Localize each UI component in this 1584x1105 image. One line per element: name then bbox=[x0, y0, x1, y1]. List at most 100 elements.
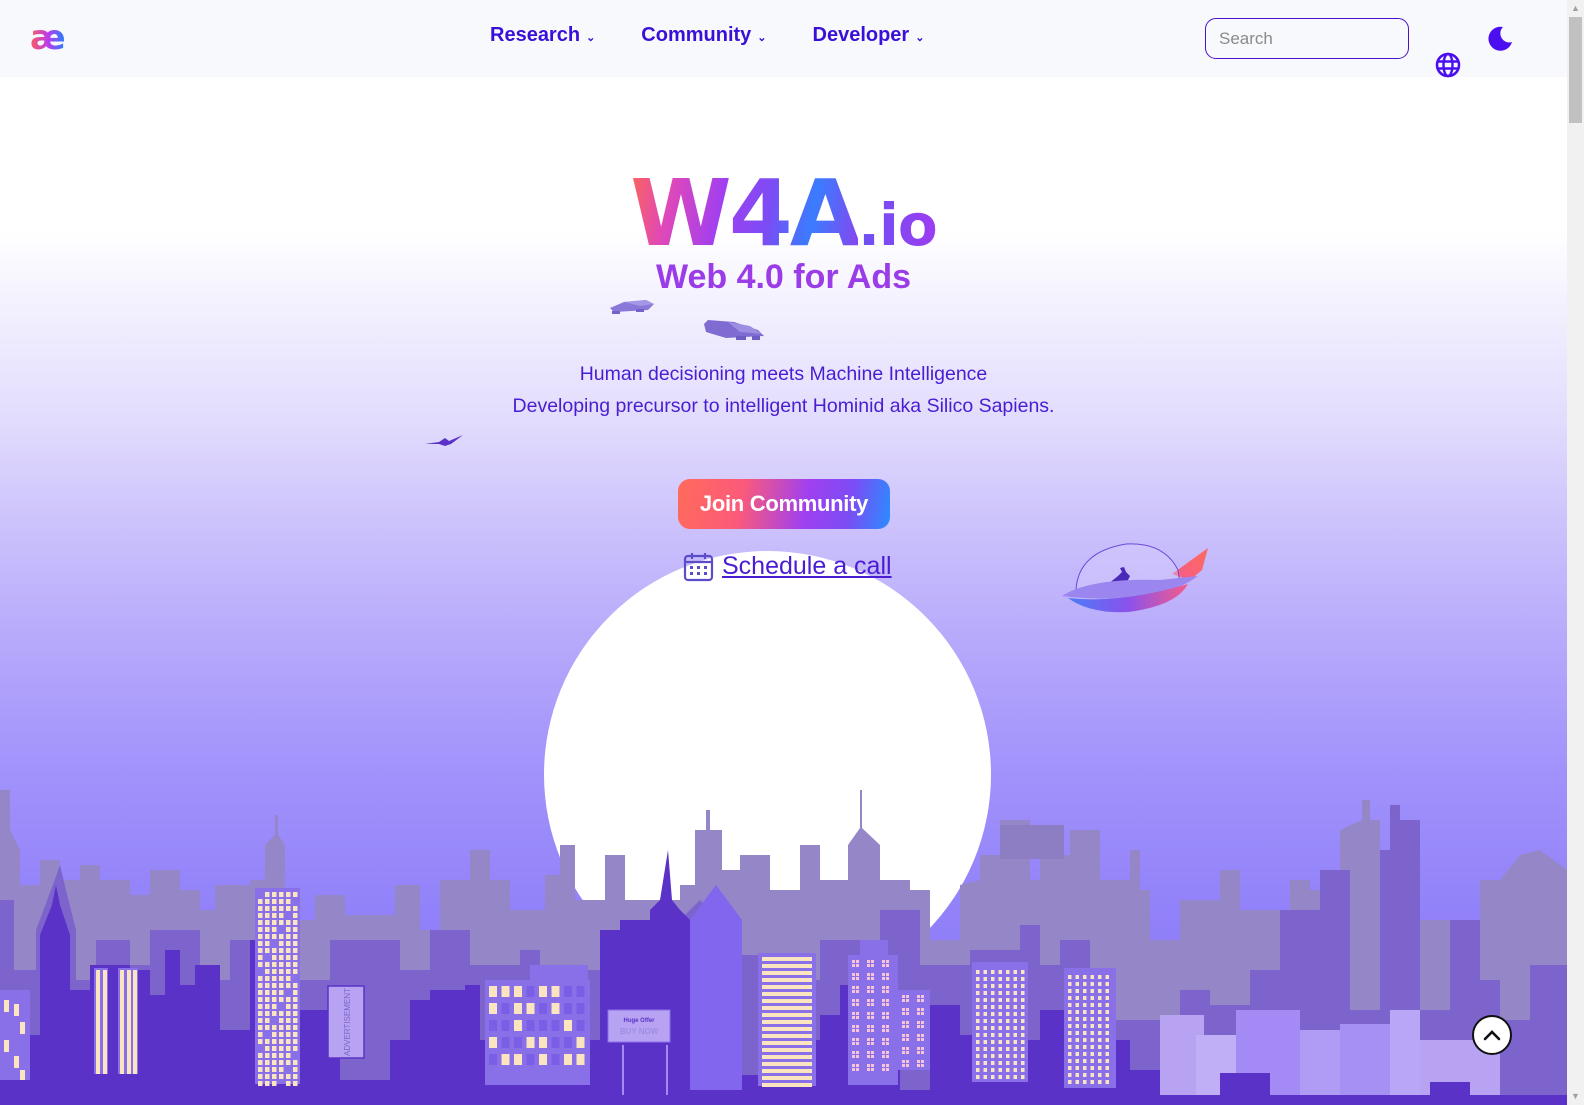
window bbox=[1083, 975, 1087, 979]
window bbox=[852, 986, 855, 989]
schedule-call-link[interactable]: Schedule a call bbox=[722, 552, 892, 581]
window bbox=[886, 1016, 889, 1019]
window bbox=[1090, 1038, 1094, 1042]
window bbox=[983, 984, 987, 988]
window bbox=[991, 1019, 995, 1023]
office-block bbox=[485, 965, 590, 1085]
window bbox=[1083, 1066, 1087, 1070]
billboard-cta: BUY NOW bbox=[620, 1027, 659, 1036]
window bbox=[272, 1053, 277, 1058]
scroll-down-arrow[interactable]: ▼ bbox=[1567, 1088, 1584, 1105]
window bbox=[1090, 1052, 1094, 1056]
far-billboard bbox=[1000, 825, 1064, 859]
flying-car-large bbox=[704, 320, 764, 340]
window bbox=[286, 1018, 291, 1023]
window bbox=[991, 970, 995, 974]
globe-icon[interactable] bbox=[1435, 52, 1461, 78]
window bbox=[1006, 1040, 1010, 1044]
window bbox=[1021, 984, 1025, 988]
window bbox=[1090, 1045, 1094, 1049]
window bbox=[286, 920, 291, 925]
window bbox=[886, 1068, 889, 1071]
window bbox=[906, 995, 909, 998]
moon-icon[interactable] bbox=[1486, 25, 1514, 53]
window bbox=[921, 1047, 924, 1050]
window bbox=[886, 977, 889, 980]
chevron-down-icon: ⌄ bbox=[915, 32, 925, 44]
window bbox=[886, 964, 889, 967]
search-input[interactable] bbox=[1205, 18, 1409, 59]
scrollbar-thumb[interactable] bbox=[1569, 17, 1582, 123]
window bbox=[293, 955, 298, 960]
window bbox=[265, 1060, 270, 1065]
window bbox=[1090, 982, 1094, 986]
join-community-button[interactable]: Join Community bbox=[678, 479, 890, 529]
scroll-up-arrow[interactable]: ▲ bbox=[1567, 0, 1584, 17]
window bbox=[293, 920, 298, 925]
window bbox=[1021, 1040, 1025, 1044]
ground-strip bbox=[0, 1095, 1567, 1105]
window bbox=[1105, 1017, 1109, 1021]
window bbox=[882, 1012, 885, 1015]
window bbox=[921, 1051, 924, 1054]
window bbox=[762, 1062, 812, 1066]
window bbox=[514, 1054, 522, 1065]
window bbox=[867, 977, 870, 980]
window bbox=[1021, 1054, 1025, 1058]
window bbox=[1006, 1026, 1010, 1030]
window bbox=[286, 983, 291, 988]
site-logo[interactable]: æ bbox=[30, 18, 66, 58]
window bbox=[258, 1060, 263, 1065]
window bbox=[1075, 1010, 1079, 1014]
window bbox=[286, 969, 291, 974]
window bbox=[1098, 1003, 1102, 1007]
window bbox=[762, 957, 812, 961]
schedule-call-link-group[interactable]: Schedule a call bbox=[683, 551, 892, 582]
window bbox=[526, 986, 535, 997]
window bbox=[272, 906, 277, 911]
window bbox=[856, 1051, 859, 1054]
window bbox=[921, 1012, 924, 1015]
chevron-down-icon: ⌄ bbox=[757, 32, 767, 44]
nav-research[interactable]: Research ⌄ bbox=[490, 24, 595, 47]
window bbox=[867, 990, 870, 993]
window bbox=[1083, 1059, 1087, 1063]
window bbox=[1098, 1066, 1102, 1070]
window bbox=[279, 948, 284, 953]
window bbox=[265, 1067, 270, 1072]
window bbox=[1068, 1059, 1072, 1063]
window bbox=[991, 984, 995, 988]
window bbox=[1105, 1031, 1109, 1035]
window bbox=[1090, 1017, 1094, 1021]
window bbox=[762, 964, 812, 968]
window bbox=[1105, 1038, 1109, 1042]
nav-community[interactable]: Community ⌄ bbox=[641, 24, 766, 47]
window bbox=[1090, 1059, 1094, 1063]
window bbox=[852, 1068, 855, 1071]
window bbox=[871, 990, 874, 993]
window bbox=[1068, 1003, 1072, 1007]
window bbox=[976, 1047, 980, 1051]
window bbox=[286, 1011, 291, 1016]
window bbox=[867, 986, 870, 989]
window bbox=[489, 1037, 497, 1048]
page-scrollbar[interactable]: ▲ ▼ bbox=[1567, 0, 1584, 1105]
window bbox=[886, 1055, 889, 1058]
window bbox=[998, 991, 1002, 995]
window bbox=[1068, 1038, 1072, 1042]
window bbox=[258, 997, 263, 1002]
window bbox=[279, 1060, 284, 1065]
window bbox=[1068, 1045, 1072, 1049]
window bbox=[867, 960, 870, 963]
scroll-to-top-button[interactable] bbox=[1472, 1015, 1512, 1055]
window bbox=[852, 999, 855, 1002]
nav-developer[interactable]: Developer ⌄ bbox=[813, 24, 925, 47]
window bbox=[1090, 1073, 1094, 1077]
window bbox=[1013, 998, 1017, 1002]
chevron-up-icon bbox=[1483, 1030, 1501, 1041]
window bbox=[991, 1054, 995, 1058]
window bbox=[886, 1051, 889, 1054]
window bbox=[762, 1076, 812, 1080]
window bbox=[286, 941, 291, 946]
window bbox=[1006, 1047, 1010, 1051]
